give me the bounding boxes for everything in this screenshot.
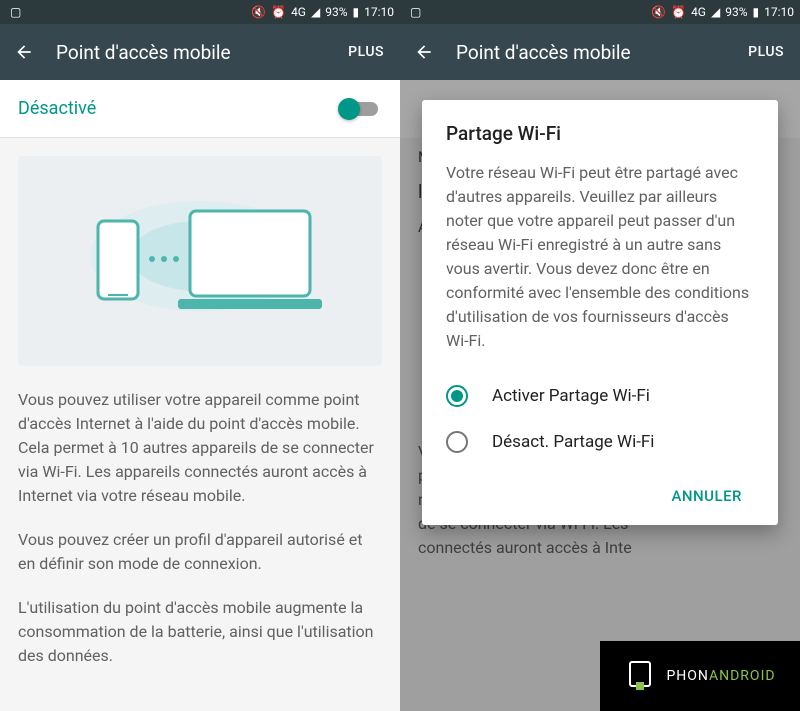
screenshot-icon: ▢ — [410, 5, 421, 19]
back-button[interactable] — [412, 40, 436, 64]
more-button[interactable]: PLUS — [348, 44, 388, 60]
status-bar: ▢ 🔇 ⏰ 4G ◢ 93% ▮ 17:10 — [400, 0, 800, 24]
phonandroid-watermark: PHONANDROID — [600, 641, 800, 711]
network-label: 4G — [691, 5, 706, 19]
battery-icon: ▮ — [353, 5, 360, 19]
back-button[interactable] — [12, 40, 36, 64]
app-bar: Point d'accès mobile PLUS — [400, 24, 800, 80]
radio-label: Désact. Partage Wi-Fi — [492, 432, 654, 452]
dialog-title: Partage Wi-Fi — [446, 122, 754, 145]
screen-right: ▢ 🔇 ⏰ 4G ◢ 93% ▮ 17:10 Point d'accès mob… — [400, 0, 800, 711]
arrow-left-icon — [14, 42, 34, 62]
app-bar: Point d'accès mobile PLUS — [0, 24, 400, 80]
hotspot-toggle-row[interactable]: Désactivé — [0, 80, 400, 138]
more-button[interactable]: PLUS — [748, 44, 788, 60]
cancel-button[interactable]: ANNULER — [659, 477, 754, 515]
screenshot-icon: ▢ — [10, 5, 21, 19]
battery-icon: ▮ — [753, 5, 760, 19]
time-label: 17:10 — [364, 5, 394, 19]
page-title: Point d'accès mobile — [56, 41, 348, 64]
battery-label: 93% — [325, 5, 347, 19]
arrow-left-icon — [414, 42, 434, 62]
radio-icon — [446, 431, 468, 453]
status-bar: ▢ 🔇 ⏰ 4G ◢ 93% ▮ 17:10 — [0, 0, 400, 24]
radio-icon — [446, 385, 468, 407]
radio-option-enable[interactable]: Activer Partage Wi-Fi — [446, 373, 754, 419]
mute-icon: 🔇 — [251, 5, 266, 19]
network-label: 4G — [291, 5, 306, 19]
radio-option-disable[interactable]: Désact. Partage Wi-Fi — [446, 419, 754, 465]
time-label: 17:10 — [764, 5, 794, 19]
phonandroid-logo-icon — [624, 660, 656, 692]
mute-icon: 🔇 — [651, 5, 666, 19]
dialog-body: Votre réseau Wi-Fi peut être partagé ave… — [446, 161, 754, 353]
watermark-text: PHONANDROID — [666, 668, 775, 684]
description-1: Vous pouvez utiliser votre appareil comm… — [18, 388, 382, 508]
wifi-sharing-dialog: Partage Wi-Fi Votre réseau Wi-Fi peut êt… — [422, 100, 778, 525]
page-title: Point d'accès mobile — [456, 41, 748, 64]
hotspot-illustration — [18, 156, 382, 366]
description-2: Vous pouvez créer un profil d'appareil a… — [18, 528, 382, 576]
alarm-icon: ⏰ — [671, 5, 686, 19]
radio-label: Activer Partage Wi-Fi — [492, 386, 650, 406]
toggle-label: Désactivé — [18, 98, 338, 119]
description-3: L'utilisation du point d'accès mobile au… — [18, 596, 382, 668]
alarm-icon: ⏰ — [271, 5, 286, 19]
screen-left: ▢ 🔇 ⏰ 4G ◢ 93% ▮ 17:10 Point d'accès mob… — [0, 0, 400, 711]
signal-icon: ◢ — [711, 5, 720, 19]
battery-label: 93% — [725, 5, 747, 19]
signal-icon: ◢ — [311, 5, 320, 19]
toggle-switch[interactable] — [338, 96, 382, 122]
